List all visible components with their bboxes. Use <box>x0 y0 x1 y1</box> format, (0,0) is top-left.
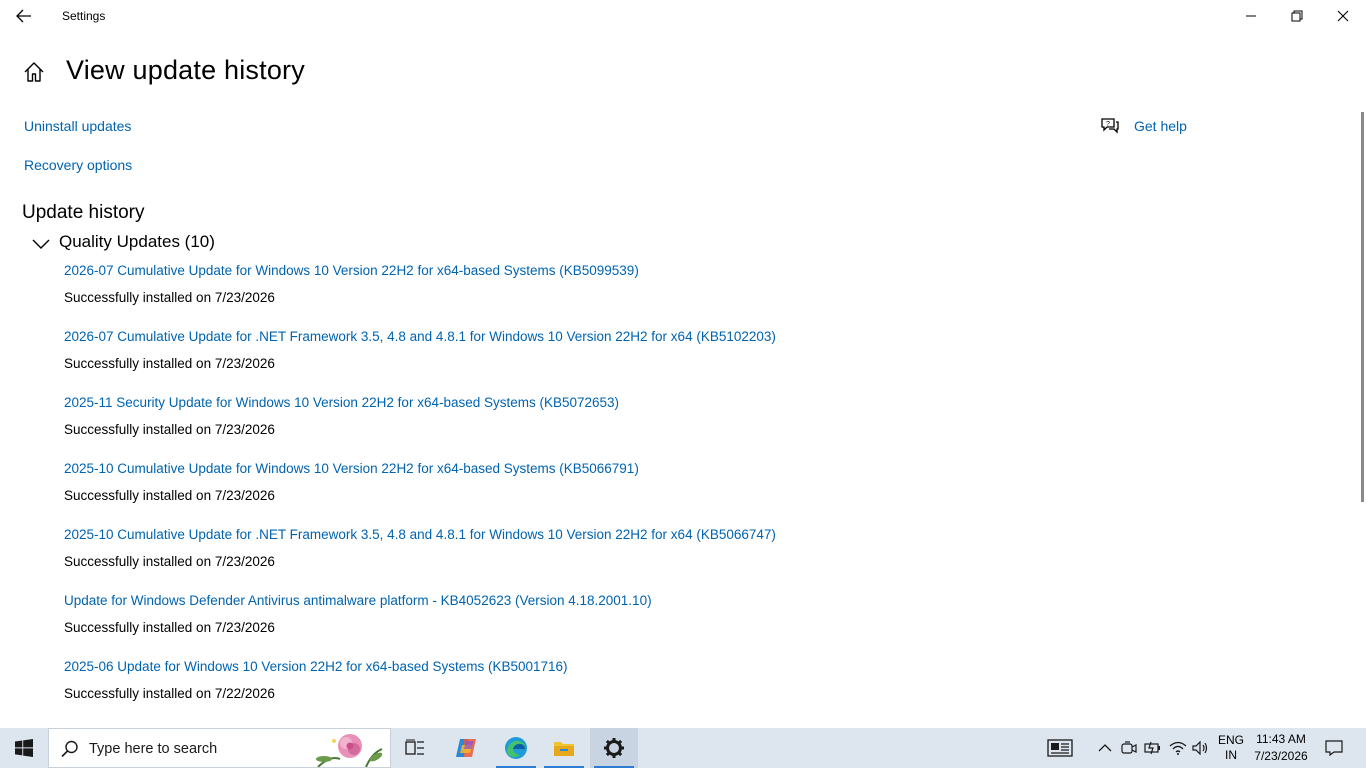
restore-icon <box>1291 10 1303 22</box>
meet-icon <box>1121 741 1137 754</box>
help-chat-icon: ? <box>1101 118 1119 134</box>
list-item: 2025-06 Update for Windows 10 Version 22… <box>64 658 776 724</box>
chevron-up-icon <box>1098 744 1112 752</box>
list-item: Update for Windows Defender Antivirus an… <box>64 592 776 658</box>
settings-taskbar-button[interactable] <box>590 728 638 768</box>
update-link[interactable]: 2026-07 Cumulative Update for Windows 10… <box>64 262 776 280</box>
taskbar: Type here to search ENG IN 11:43 AM 7/23… <box>0 728 1366 768</box>
update-status: Successfully installed on 7/23/2026 <box>64 356 275 371</box>
back-button[interactable] <box>8 0 40 32</box>
list-item: 2026-07 Cumulative Update for Windows 10… <box>64 262 776 328</box>
get-help-link[interactable]: Get help <box>1134 118 1187 134</box>
title-bar: Settings <box>0 0 1366 32</box>
clock-date: 7/23/2026 <box>1254 749 1308 763</box>
list-item: 2026-07 Cumulative Update for .NET Frame… <box>64 328 776 394</box>
region-code: IN <box>1225 748 1237 762</box>
wifi-icon <box>1169 741 1187 755</box>
update-link[interactable]: 2025-10 Cumulative Update for .NET Frame… <box>64 526 776 544</box>
edge-button[interactable] <box>492 728 540 768</box>
language-code: ENG <box>1217 733 1244 747</box>
task-view-icon <box>405 739 424 755</box>
chevron-down-icon[interactable] <box>32 238 50 250</box>
taskbar-search-box[interactable]: Type here to search <box>48 728 391 768</box>
update-link[interactable]: 2025-10 Cumulative Update for Windows 10… <box>64 460 776 478</box>
battery-icon <box>1144 741 1160 755</box>
back-arrow-icon <box>16 9 31 23</box>
minimize-button[interactable] <box>1228 0 1274 32</box>
home-icon[interactable] <box>22 60 46 84</box>
copilot-button[interactable] <box>442 728 490 768</box>
svg-text:?: ? <box>1106 121 1110 128</box>
list-item: 2025-11 Security Update for Windows 10 V… <box>64 394 776 460</box>
start-button[interactable] <box>0 728 48 768</box>
recovery-options-link[interactable]: Recovery options <box>24 157 132 173</box>
volume-button[interactable] <box>1190 728 1212 768</box>
update-link[interactable]: 2026-07 Cumulative Update for .NET Frame… <box>64 328 776 346</box>
clock-time: 11:43 AM <box>1256 732 1306 746</box>
update-status: Successfully installed on 7/23/2026 <box>64 554 275 569</box>
list-item: 2025-10 Cumulative Update for Windows 10… <box>64 460 776 526</box>
input-language-indicator[interactable]: ENG IN <box>1214 728 1248 768</box>
search-placeholder: Type here to search <box>89 741 218 757</box>
update-link[interactable]: 2025-06 Update for Windows 10 Version 22… <box>64 658 776 676</box>
copilot-icon <box>456 739 476 757</box>
flower-illustration-icon <box>316 734 383 767</box>
minimize-icon <box>1246 15 1256 17</box>
clock[interactable]: 11:43 AM 7/23/2026 <box>1250 728 1312 768</box>
update-history-heading: Update history <box>22 202 145 223</box>
restore-button[interactable] <box>1274 0 1320 32</box>
battery-button[interactable] <box>1142 728 1164 768</box>
news-button[interactable] <box>1042 728 1078 768</box>
show-hidden-icons-button[interactable] <box>1094 728 1116 768</box>
update-link[interactable]: 2025-11 Security Update for Windows 10 V… <box>64 394 776 412</box>
quality-updates-group[interactable]: Quality Updates (10) <box>59 232 215 252</box>
update-status: Successfully installed on 7/23/2026 <box>64 422 275 437</box>
close-button[interactable] <box>1320 0 1366 32</box>
update-status: Successfully installed on 7/23/2026 <box>64 290 275 305</box>
edge-icon <box>505 737 527 759</box>
file-explorer-button[interactable] <box>540 728 588 768</box>
action-center-button[interactable] <box>1318 728 1350 768</box>
volume-icon <box>1192 741 1208 755</box>
update-link[interactable]: Update for Windows Defender Antivirus an… <box>64 592 776 610</box>
page-title: View update history <box>66 55 305 85</box>
update-list: 2026-07 Cumulative Update for Windows 10… <box>64 262 776 724</box>
update-status: Successfully installed on 7/22/2026 <box>64 686 275 701</box>
update-status: Successfully installed on 7/23/2026 <box>64 488 275 503</box>
notification-icon <box>1325 740 1343 756</box>
close-icon <box>1337 10 1349 22</box>
list-item: 2025-10 Cumulative Update for .NET Frame… <box>64 526 776 592</box>
search-icon <box>61 740 78 758</box>
vertical-scrollbar[interactable] <box>1361 112 1364 502</box>
task-view-button[interactable] <box>391 728 439 768</box>
news-icon <box>1047 739 1073 757</box>
settings-icon <box>604 738 624 758</box>
meet-now-button[interactable] <box>1118 728 1140 768</box>
windows-icon <box>15 739 33 757</box>
file-explorer-icon <box>554 742 574 756</box>
update-status: Successfully installed on 7/23/2026 <box>64 620 275 635</box>
uninstall-updates-link[interactable]: Uninstall updates <box>24 118 131 134</box>
app-title: Settings <box>62 9 106 23</box>
network-button[interactable] <box>1166 728 1190 768</box>
